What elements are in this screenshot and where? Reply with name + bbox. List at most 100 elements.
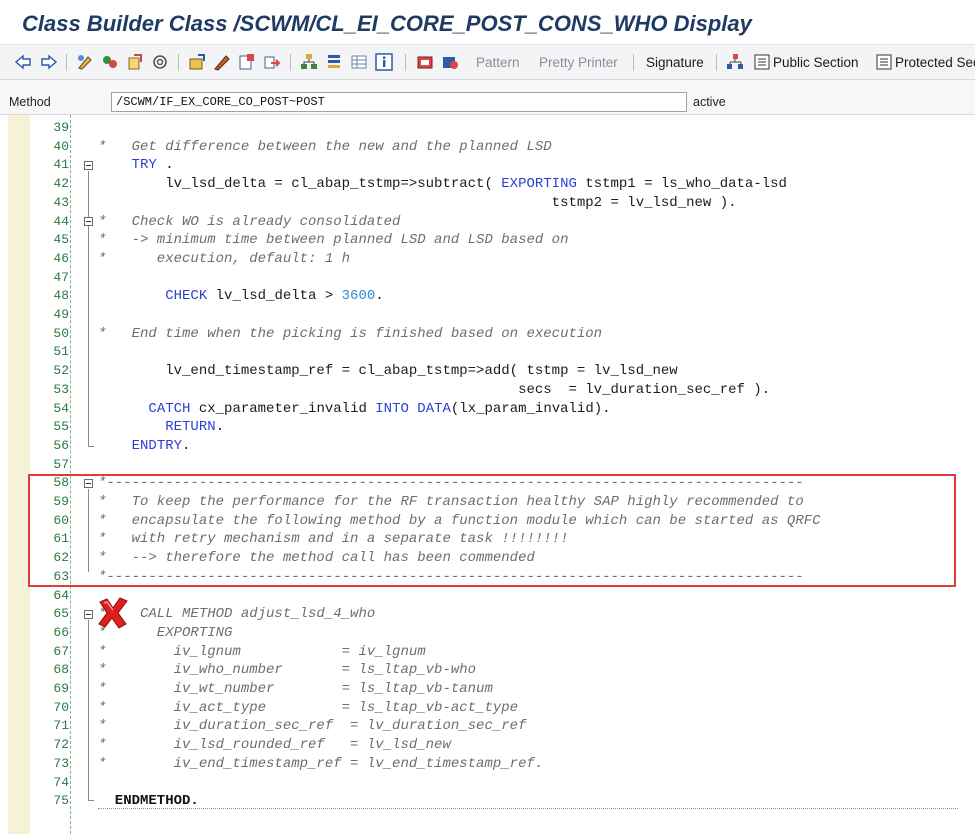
fold-toggle[interactable] — [84, 610, 93, 619]
code-line[interactable]: 70 * iv_act_type = ls_ltap_vb-act_type — [0, 699, 975, 718]
insert-icon[interactable] — [416, 53, 434, 71]
code-line[interactable]: 58 *-------------------------------------… — [0, 474, 975, 493]
fold-line — [88, 171, 89, 447]
line-number: 73 — [53, 755, 69, 771]
code-line[interactable]: 47 — [0, 269, 975, 288]
table-icon[interactable] — [350, 53, 368, 71]
fold-toggle[interactable] — [84, 161, 93, 170]
hierarchy-icon[interactable] — [300, 53, 318, 71]
object-list-icon[interactable] — [238, 53, 256, 71]
code-text: * CALL METHOD adjust_lsd_4_who — [98, 606, 376, 623]
code-line[interactable]: 53 secs = lv_duration_sec_ref ). — [0, 381, 975, 400]
code-line[interactable]: 41 TRY . — [0, 156, 975, 175]
code-text: * with retry mechanism and in a separate… — [98, 531, 569, 548]
protected-section-icon[interactable] — [875, 53, 893, 71]
code-line[interactable]: 45 * -> minimum time between planned LSD … — [0, 231, 975, 250]
structure-icon[interactable] — [325, 53, 343, 71]
code-line[interactable]: 54 CATCH cx_parameter_invalid INTO DATA(… — [0, 400, 975, 419]
line-number: 69 — [53, 681, 69, 696]
where-used-icon[interactable] — [151, 53, 169, 71]
method-status: active — [693, 95, 726, 109]
edit-icon[interactable] — [213, 53, 231, 71]
code-line[interactable]: 40 * Get difference between the new and t… — [0, 138, 975, 157]
line-number: 45 — [53, 232, 69, 248]
code-line[interactable]: 62 * --> therefore the method call has be… — [0, 549, 975, 568]
line-number: 59 — [53, 494, 69, 509]
code-text: * execution, default: 1 h — [98, 250, 351, 267]
hierarchy-nav-icon[interactable] — [726, 53, 744, 71]
code-text: * To keep the performance for the RF tra… — [98, 494, 804, 510]
method-name-field[interactable]: /SCWM/IF_EX_CORE_CO_POST~POST — [111, 92, 687, 112]
code-line[interactable]: 57 — [0, 456, 975, 475]
code-text: secs = lv_duration_sec_ref ). — [98, 381, 771, 398]
activate-icon[interactable] — [101, 53, 119, 71]
signature-button[interactable]: Signature — [646, 55, 704, 70]
code-line[interactable]: 66 * EXPORTING — [0, 624, 975, 643]
line-number: 49 — [53, 307, 69, 322]
red-cross-icon — [98, 597, 128, 629]
code-line[interactable]: 61 * with retry mechanism and in a separa… — [0, 530, 975, 549]
fold-line — [88, 620, 89, 800]
line-number: 47 — [53, 269, 69, 285]
code-text: * -> minimum time between planned LSD an… — [98, 232, 569, 249]
code-line[interactable]: 56 ENDTRY. — [0, 437, 975, 456]
fold-toggle[interactable] — [84, 479, 93, 488]
line-number: 74 — [53, 774, 69, 790]
protected-section-button[interactable]: Protected Sec — [895, 55, 975, 70]
line-number: 40 — [53, 138, 69, 154]
code-line[interactable]: 39 — [0, 119, 975, 138]
code-line[interactable]: 52 lv_end_timestamp_ref = cl_abap_tstmp=… — [0, 362, 975, 381]
code-line[interactable]: 69 * iv_wt_number = ls_ltap_vb-tanum — [0, 680, 975, 699]
code-line[interactable]: 59 * To keep the performance for the RF t… — [0, 493, 975, 512]
fold-line — [88, 489, 89, 572]
forward-arrow-icon[interactable] — [40, 53, 58, 71]
code-line[interactable]: 73 * iv_end_timestamp_ref = lv_end_timest… — [0, 755, 975, 774]
public-section-icon[interactable] — [753, 53, 771, 71]
code-text: lv_end_timestamp_ref = cl_abap_tstmp=>ad… — [98, 363, 678, 380]
line-number: 70 — [53, 699, 69, 715]
line-number: 56 — [53, 437, 69, 453]
code-line[interactable]: 43 tstmp2 = lv_lsd_new ). — [0, 194, 975, 213]
code-text: * Get difference between the new and the… — [98, 138, 552, 155]
display-change-icon[interactable] — [76, 53, 94, 71]
code-line[interactable]: 49 — [0, 306, 975, 325]
code-line[interactable]: 63 *-------------------------------------… — [0, 568, 975, 587]
code-line[interactable]: 50 * End time when the picking is finishe… — [0, 325, 975, 344]
line-number: 55 — [53, 419, 69, 435]
fold-toggle[interactable] — [84, 217, 93, 226]
delete-icon[interactable] — [441, 53, 459, 71]
code-line[interactable]: 68 * iv_who_number = ls_ltap_vb-who — [0, 661, 975, 680]
insert-statement-icon[interactable] — [188, 53, 206, 71]
code-line[interactable]: 48 CHECK lv_lsd_delta > 3600. — [0, 287, 975, 306]
code-line[interactable]: 74 — [0, 774, 975, 793]
fold-end — [88, 446, 94, 447]
code-line[interactable]: 60 * encapsulate the following method by … — [0, 512, 975, 531]
code-line[interactable]: 65 * CALL METHOD adjust_lsd_4_who — [0, 605, 975, 624]
toolbar-separator — [290, 54, 291, 71]
line-number: 50 — [53, 325, 69, 341]
public-section-button[interactable]: Public Section — [773, 55, 859, 70]
code-line[interactable]: 46 * execution, default: 1 h — [0, 250, 975, 269]
pretty-printer-button[interactable]: Pretty Printer — [539, 55, 618, 70]
code-line[interactable]: 42 lv_lsd_delta = cl_abap_tstmp=>subtrac… — [0, 175, 975, 194]
code-line[interactable]: 64 — [0, 587, 975, 606]
code-line[interactable]: 44 * Check WO is already consolidated — [0, 213, 975, 232]
code-line[interactable]: 71 * iv_duration_sec_ref = lv_duration_se… — [0, 717, 975, 736]
code-text: * iv_wt_number = ls_ltap_vb-tanum — [98, 681, 493, 697]
code-line[interactable]: 67 * iv_lgnum = iv_lgnum — [0, 643, 975, 662]
check-icon[interactable] — [126, 53, 144, 71]
title-bar: Class Builder Class /SCWM/CL_EI_CORE_POS… — [0, 0, 975, 44]
info-icon[interactable] — [375, 53, 393, 71]
toolbar-separator — [633, 54, 634, 71]
code-text: TRY . — [131, 157, 174, 174]
code-line[interactable]: 72 * iv_lsd_rounded_ref = lv_lsd_new — [0, 736, 975, 755]
toolbar-separator — [405, 54, 406, 71]
back-arrow-icon[interactable] — [14, 53, 32, 71]
code-line[interactable]: 51 — [0, 343, 975, 362]
line-number: 52 — [53, 363, 69, 379]
abap-code-editor[interactable]: 39 40 * Get difference between the new and… — [0, 115, 975, 834]
code-line[interactable]: 55 RETURN. — [0, 418, 975, 437]
navigate-icon[interactable] — [263, 53, 281, 71]
line-number: 66 — [53, 624, 69, 640]
pattern-button[interactable]: Pattern — [476, 55, 520, 70]
